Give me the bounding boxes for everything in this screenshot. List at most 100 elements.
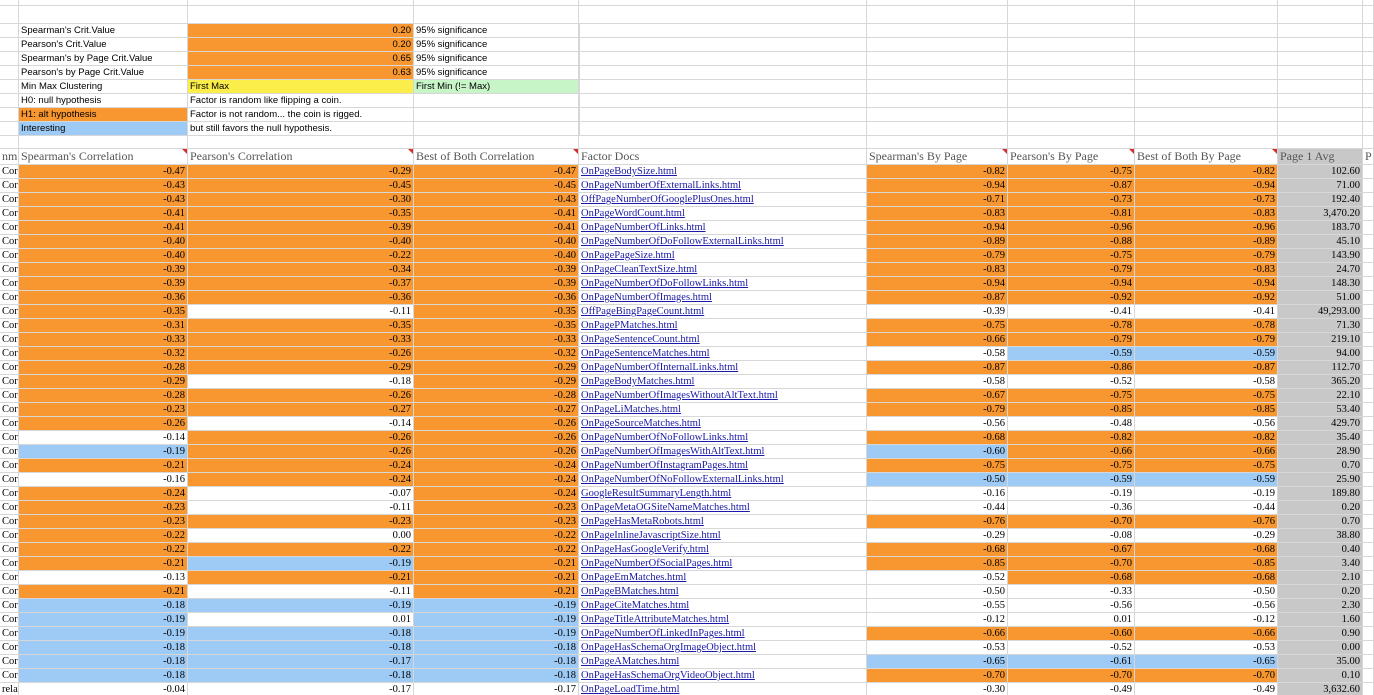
correlation-cell[interactable]: -0.27 (414, 403, 579, 417)
empty-cell[interactable] (1363, 599, 1374, 613)
page1-avg-cell[interactable]: 0.20 (1278, 585, 1363, 599)
correlation-cell[interactable]: -0.29 (414, 375, 579, 389)
correlation-cell[interactable]: -0.26 (19, 417, 188, 431)
factor-doc-link[interactable]: OnPageHasSchemaOrgVideoObject.html (581, 670, 755, 681)
factor-doc-link[interactable]: OnPageNumberOfSocialPages.html (581, 558, 732, 569)
empty-cell[interactable] (579, 6, 867, 24)
factor-doc-link[interactable]: OffPageBingPageCount.html (581, 306, 704, 317)
empty-cell[interactable] (867, 136, 1008, 149)
empty-cell[interactable] (0, 6, 19, 24)
setting-value[interactable]: Factor is random like flipping a coin. (188, 94, 414, 108)
correlation-cell[interactable]: -0.24 (188, 473, 414, 487)
empty-cell[interactable] (1363, 683, 1374, 695)
by-page-correlation-cell[interactable]: -0.92 (1008, 291, 1135, 305)
empty-cell[interactable] (1008, 24, 1135, 38)
by-page-correlation-cell[interactable]: -0.75 (1008, 389, 1135, 403)
empty-cell[interactable] (1135, 136, 1278, 149)
empty-cell[interactable] (1363, 6, 1374, 24)
page1-avg-cell[interactable]: 143.90 (1278, 249, 1363, 263)
by-page-correlation-cell[interactable]: -0.59 (1135, 347, 1278, 361)
factor-doc-cell[interactable]: OnPagePMatches.html (579, 319, 867, 333)
page1-avg-cell[interactable]: 2.30 (1278, 599, 1363, 613)
correlation-cell[interactable]: -0.33 (19, 333, 188, 347)
empty-cell[interactable] (1363, 347, 1374, 361)
correlation-cell[interactable]: -0.16 (19, 473, 188, 487)
row-label-cell[interactable]: Corr (0, 487, 19, 501)
page1-avg-cell[interactable]: 25.90 (1278, 473, 1363, 487)
by-page-correlation-cell[interactable]: -0.19 (1008, 487, 1135, 501)
by-page-correlation-cell[interactable]: -0.56 (1135, 417, 1278, 431)
row-label-cell[interactable]: Corr (0, 179, 19, 193)
correlation-cell[interactable]: -0.28 (19, 389, 188, 403)
empty-cell[interactable] (1363, 108, 1374, 122)
correlation-cell[interactable]: -0.40 (414, 249, 579, 263)
correlation-cell[interactable]: -0.18 (188, 669, 414, 683)
correlation-cell[interactable]: -0.24 (414, 459, 579, 473)
by-page-correlation-cell[interactable]: -0.67 (1008, 543, 1135, 557)
correlation-cell[interactable]: -0.18 (414, 669, 579, 683)
empty-cell[interactable] (1363, 361, 1374, 375)
by-page-correlation-cell[interactable]: -0.49 (1008, 683, 1135, 695)
setting-value[interactable]: First Max (188, 80, 414, 94)
correlation-cell[interactable]: -0.35 (188, 319, 414, 333)
factor-doc-link[interactable]: OnPageHasGoogleVerify.html (581, 544, 709, 555)
correlation-cell[interactable]: -0.41 (414, 207, 579, 221)
empty-cell[interactable] (0, 66, 19, 80)
page1-avg-cell[interactable]: 102.60 (1278, 165, 1363, 179)
setting-note[interactable]: First Min (!= Max) (414, 80, 579, 94)
correlation-cell[interactable]: -0.21 (414, 571, 579, 585)
empty-cell[interactable] (1363, 136, 1374, 149)
correlation-cell[interactable]: -0.19 (19, 627, 188, 641)
correlation-cell[interactable]: -0.35 (414, 305, 579, 319)
page1-avg-cell[interactable]: 3,632.60 (1278, 683, 1363, 695)
factor-doc-link[interactable]: OnPageInlineJavascriptSize.html (581, 530, 721, 541)
by-page-correlation-cell[interactable]: -0.29 (1135, 529, 1278, 543)
by-page-correlation-cell[interactable]: -0.53 (1135, 641, 1278, 655)
empty-cell[interactable] (1363, 333, 1374, 347)
by-page-correlation-cell[interactable]: -0.52 (1008, 641, 1135, 655)
by-page-correlation-cell[interactable]: -0.85 (1135, 403, 1278, 417)
by-page-correlation-cell[interactable]: -0.48 (1008, 417, 1135, 431)
correlation-cell[interactable]: -0.33 (188, 333, 414, 347)
by-page-correlation-cell[interactable]: -0.56 (867, 417, 1008, 431)
page1-avg-cell[interactable]: 35.00 (1278, 655, 1363, 669)
empty-cell[interactable] (1363, 24, 1374, 38)
factor-doc-link[interactable]: OnPageNumberOfLinkedInPages.html (581, 628, 745, 639)
empty-cell[interactable] (579, 66, 867, 80)
empty-cell[interactable] (1278, 52, 1363, 66)
by-page-correlation-cell[interactable]: -0.79 (1008, 333, 1135, 347)
factor-doc-link[interactable]: OnPageHasMetaRobots.html (581, 516, 704, 527)
correlation-cell[interactable]: -0.22 (188, 249, 414, 263)
empty-cell[interactable] (1363, 585, 1374, 599)
page1-avg-cell[interactable]: 3.40 (1278, 557, 1363, 571)
correlation-cell[interactable]: -0.27 (188, 403, 414, 417)
correlation-cell[interactable]: -0.22 (414, 543, 579, 557)
by-page-correlation-cell[interactable]: -0.87 (867, 291, 1008, 305)
by-page-correlation-cell[interactable]: -0.87 (867, 361, 1008, 375)
factor-doc-link[interactable]: OnPageHasSchemaOrgImageObject.html (581, 642, 756, 653)
correlation-cell[interactable]: -0.18 (414, 655, 579, 669)
factor-doc-link[interactable]: OnPageAMatches.html (581, 656, 679, 667)
factor-doc-link[interactable]: OnPageNumberOfNoFollowExternalLinks.html (581, 474, 784, 485)
empty-cell[interactable] (1363, 431, 1374, 445)
page1-avg-cell[interactable]: 189.80 (1278, 487, 1363, 501)
by-page-correlation-cell[interactable]: -0.94 (867, 179, 1008, 193)
by-page-correlation-cell[interactable]: -0.65 (867, 655, 1008, 669)
page1-avg-cell[interactable]: 365.20 (1278, 375, 1363, 389)
empty-cell[interactable] (1008, 38, 1135, 52)
by-page-correlation-cell[interactable]: -0.88 (1008, 235, 1135, 249)
empty-cell[interactable] (867, 94, 1008, 108)
empty-cell[interactable] (414, 136, 579, 149)
by-page-correlation-cell[interactable]: -0.75 (1008, 165, 1135, 179)
factor-doc-link[interactable]: OnPageSentenceMatches.html (581, 348, 710, 359)
page1-avg-cell[interactable]: 51.00 (1278, 291, 1363, 305)
page1-avg-cell[interactable]: 219.10 (1278, 333, 1363, 347)
empty-cell[interactable] (1008, 66, 1135, 80)
empty-cell[interactable] (1363, 571, 1374, 585)
by-page-correlation-cell[interactable]: -0.66 (867, 333, 1008, 347)
factor-doc-cell[interactable]: OnPageNumberOfInstagramPages.html (579, 459, 867, 473)
correlation-cell[interactable]: -0.26 (188, 389, 414, 403)
row-label-cell[interactable]: Corr (0, 291, 19, 305)
correlation-cell[interactable]: -0.18 (188, 641, 414, 655)
page1-avg-cell[interactable]: 0.20 (1278, 501, 1363, 515)
